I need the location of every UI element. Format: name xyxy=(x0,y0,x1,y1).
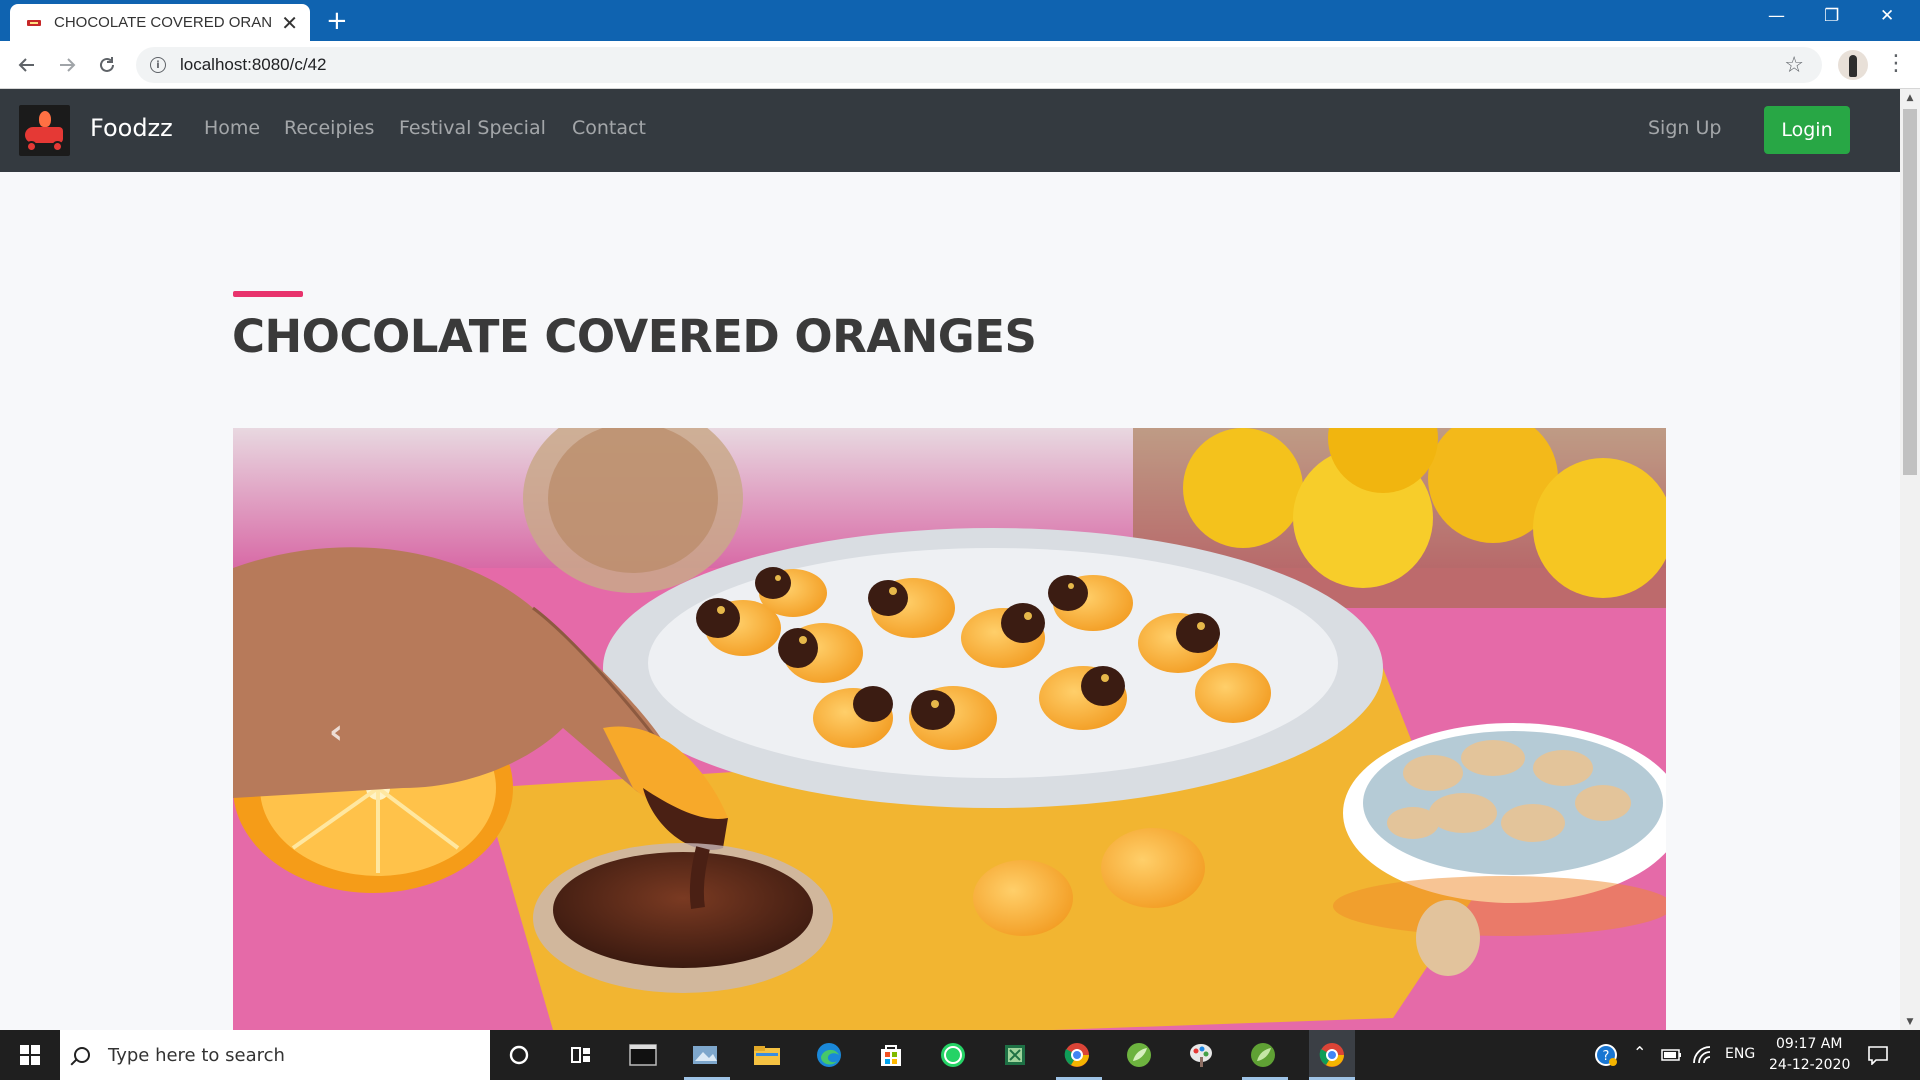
nav-home[interactable]: Home xyxy=(204,117,260,139)
terminal-icon[interactable] xyxy=(627,1039,659,1071)
back-arrow-icon xyxy=(18,58,34,72)
minimize-button[interactable]: — xyxy=(1768,6,1785,26)
brand-logo[interactable] xyxy=(19,105,70,156)
store-icon[interactable] xyxy=(875,1039,907,1071)
battery-icon[interactable] xyxy=(1656,1039,1688,1071)
paint-icon[interactable] xyxy=(1185,1039,1217,1071)
forward-button[interactable] xyxy=(52,50,82,80)
cortana-icon[interactable] xyxy=(503,1039,535,1071)
restore-button[interactable]: ❐ xyxy=(1824,6,1839,26)
brand-name[interactable]: Foodzz xyxy=(90,114,173,142)
tab-title: CHOCOLATE COVERED ORANGES xyxy=(54,14,272,31)
nav-contact[interactable]: Contact xyxy=(572,117,646,139)
search-placeholder: Type here to search xyxy=(108,1044,285,1066)
svg-text:?: ? xyxy=(1603,1049,1610,1064)
file-explorer-icon[interactable] xyxy=(751,1039,783,1071)
wifi-icon[interactable] xyxy=(1687,1039,1719,1071)
recipe-carousel[interactable]: ‹ xyxy=(233,428,1666,1030)
task-view-icon[interactable] xyxy=(565,1039,597,1071)
edge-icon[interactable] xyxy=(813,1039,845,1071)
spring-icon[interactable] xyxy=(1123,1039,1155,1071)
address-bar[interactable]: i localhost:8080/c/42 ☆ xyxy=(136,47,1822,83)
photos-icon[interactable] xyxy=(689,1039,721,1071)
new-tab-button[interactable]: + xyxy=(326,8,348,34)
clock-time[interactable]: 09:17 AM xyxy=(1776,1036,1842,1052)
site-navbar: Foodzz Home Receipies Festival Special C… xyxy=(0,89,1900,172)
language-indicator[interactable]: ENG xyxy=(1725,1046,1755,1062)
signup-link[interactable]: Sign Up xyxy=(1648,117,1721,139)
browser-toolbar: i localhost:8080/c/42 ☆ ⋮ xyxy=(0,41,1920,89)
tray-overflow-icon[interactable]: ⌃ xyxy=(1633,1043,1646,1062)
site-info-icon[interactable]: i xyxy=(150,57,166,73)
url-text[interactable]: localhost:8080/c/42 xyxy=(180,55,327,75)
browser-menu-icon[interactable]: ⋮ xyxy=(1885,51,1907,76)
scroll-down-icon[interactable]: ▼ xyxy=(1900,1013,1920,1030)
spring-tools-icon[interactable] xyxy=(1247,1039,1279,1071)
back-button[interactable] xyxy=(12,50,42,80)
windows-taskbar: Type here to search ? ⌃ ENG 09:17 AM 24-… xyxy=(0,1030,1920,1080)
recipe-title: CHOCOLATE COVERED ORANGES xyxy=(232,310,1037,363)
notifications-icon[interactable] xyxy=(1862,1039,1894,1071)
tab-favicon-icon xyxy=(26,17,42,29)
chrome-alt-icon[interactable] xyxy=(1061,1039,1093,1071)
browser-tab-strip: CHOCOLATE COVERED ORANGES ✕ + — ❐ ✕ xyxy=(0,0,1920,41)
reload-button[interactable] xyxy=(92,50,122,80)
nav-receipies[interactable]: Receipies xyxy=(284,117,374,139)
close-window-button[interactable]: ✕ xyxy=(1880,6,1894,26)
recipe-photo xyxy=(233,428,1666,1030)
reload-icon xyxy=(100,57,114,72)
scroll-thumb[interactable] xyxy=(1903,109,1917,475)
windows-logo-icon xyxy=(20,1045,40,1065)
bookmark-star-icon[interactable]: ☆ xyxy=(1784,53,1804,78)
browser-tab[interactable]: CHOCOLATE COVERED ORANGES ✕ xyxy=(10,4,310,41)
chrome-icon[interactable] xyxy=(1309,1030,1355,1080)
taskbar-search-box[interactable]: Type here to search xyxy=(60,1030,490,1080)
help-icon[interactable]: ? xyxy=(1590,1039,1622,1071)
nav-festival-special[interactable]: Festival Special xyxy=(399,117,546,139)
profile-avatar[interactable] xyxy=(1838,50,1868,80)
tab-close-icon[interactable]: ✕ xyxy=(281,13,298,33)
scroll-up-icon[interactable]: ▲ xyxy=(1900,89,1920,106)
whatsapp-icon[interactable] xyxy=(937,1039,969,1071)
login-button[interactable]: Login xyxy=(1764,106,1850,154)
forward-arrow-icon xyxy=(60,58,76,72)
clock-date[interactable]: 24-12-2020 xyxy=(1769,1057,1850,1073)
page-scrollbar[interactable]: ▲ ▼ xyxy=(1900,89,1920,1030)
search-icon xyxy=(74,1047,90,1063)
excel-icon[interactable] xyxy=(999,1039,1031,1071)
start-button[interactable] xyxy=(0,1030,60,1080)
title-accent-line xyxy=(233,291,303,297)
carousel-prev-button[interactable]: ‹ xyxy=(329,712,343,752)
